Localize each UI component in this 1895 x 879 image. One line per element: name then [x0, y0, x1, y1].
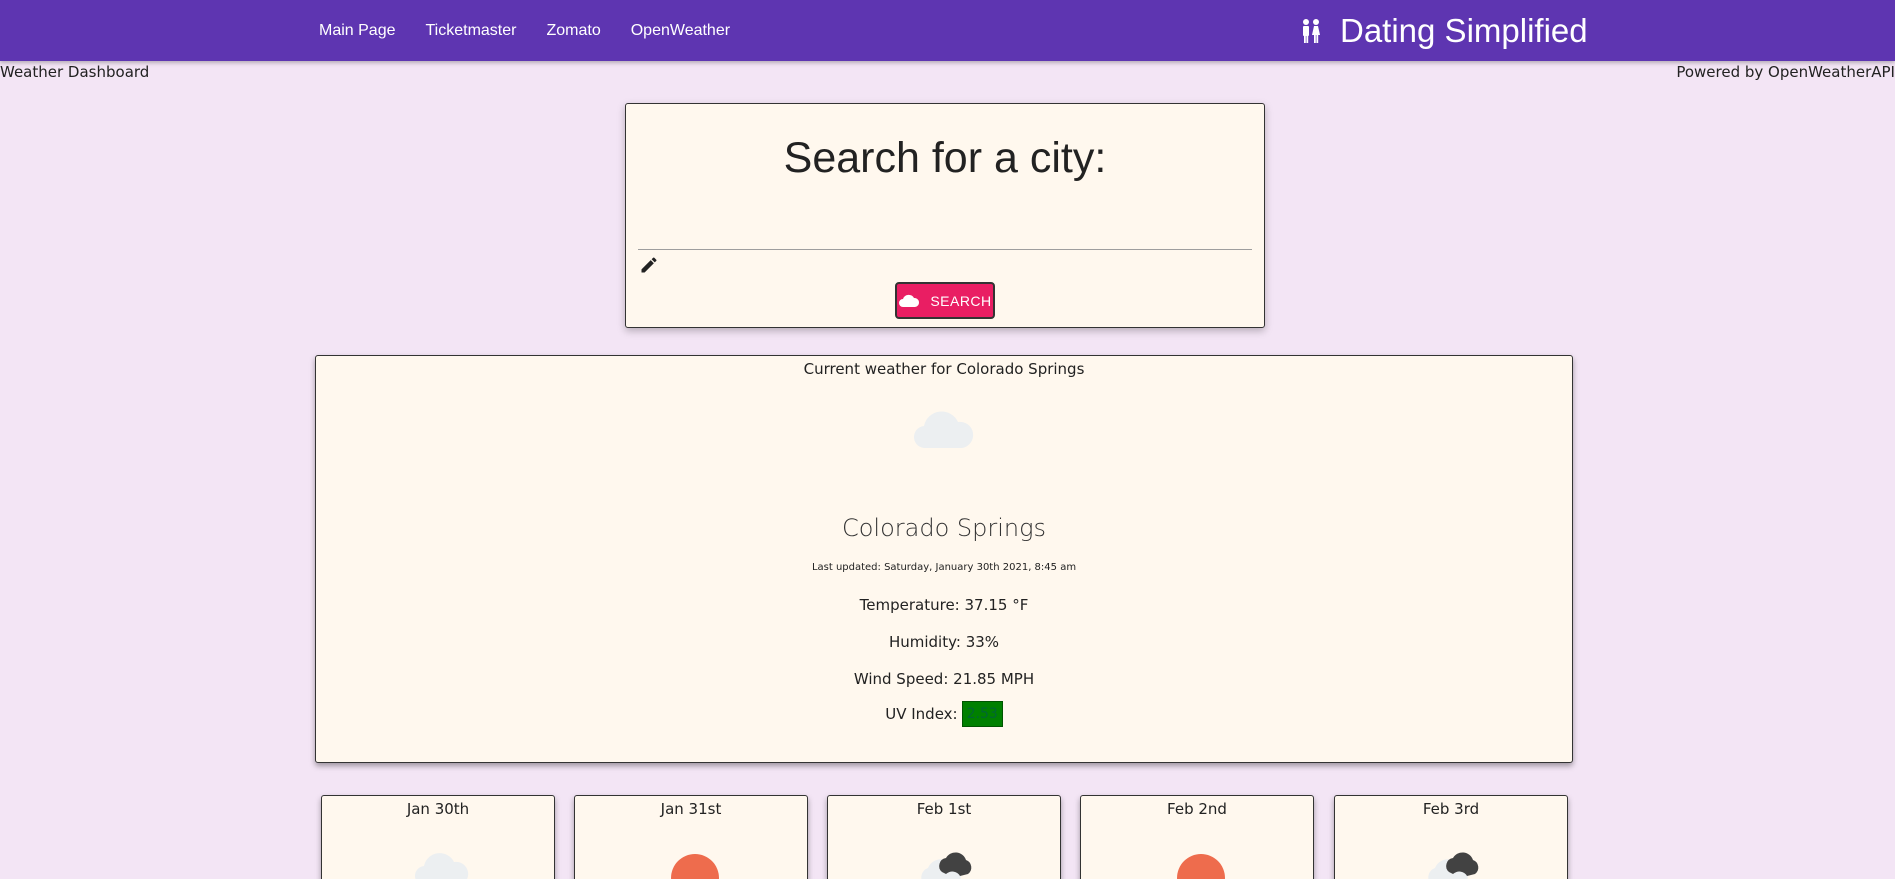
forecast-card: Feb 2nd: [1080, 795, 1314, 879]
sun-icon: [1177, 854, 1225, 879]
search-button[interactable]: SEARCH: [895, 282, 995, 319]
forecast-card: Feb 1st: [827, 795, 1061, 879]
uv-index: UV Index: 2.53: [316, 701, 1572, 727]
brand-title: Dating Simplified: [1340, 11, 1588, 49]
powered-by-label: Powered by OpenWeatherAPI: [1676, 63, 1895, 81]
last-updated: Last updated: Saturday, January 30th 202…: [811, 562, 1077, 573]
search-card: Search for a city: SEARCH: [625, 103, 1265, 328]
current-weather-card: Current weather for Colorado Springs Col…: [315, 355, 1573, 763]
cloud-icon: [913, 411, 974, 449]
forecast-date: Jan 30th: [406, 800, 470, 818]
search-button-label: SEARCH: [930, 292, 992, 309]
nav-link-zomato[interactable]: Zomato: [546, 22, 600, 40]
broken-clouds-icon: [921, 852, 972, 879]
nav-links: Main Page Ticketmaster Zomato OpenWeathe…: [319, 0, 760, 61]
cloud-icon: [899, 294, 920, 307]
nav-link-main-page[interactable]: Main Page: [319, 22, 396, 40]
couple-icon: [1303, 18, 1320, 43]
uv-index-label: UV Index:: [885, 705, 958, 723]
forecast-card: Jan 31st: [574, 795, 808, 879]
current-weather-heading: Current weather for Colorado Springs: [803, 360, 1085, 378]
navbar: Main Page Ticketmaster Zomato OpenWeathe…: [0, 0, 1895, 61]
temperature: Temperature: 37.15 °F: [859, 596, 1029, 614]
page-subtitle: Weather Dashboard: [0, 63, 150, 81]
pencil-icon: [641, 257, 657, 273]
forecast-date: Feb 2nd: [1167, 800, 1227, 818]
uv-index-value: 2.53: [961, 701, 1003, 727]
forecast-date: Feb 1st: [916, 800, 972, 818]
forecast-card: Jan 30th: [321, 795, 555, 879]
city-search-input[interactable]: [638, 222, 1252, 250]
sun-icon: [671, 854, 719, 879]
forecast-date: Jan 31st: [660, 800, 722, 818]
wind-speed: Wind Speed: 21.85 MPH: [853, 670, 1035, 688]
brand-logo[interactable]: Dating Simplified: [1300, 0, 1588, 61]
cloud-icon: [415, 853, 469, 879]
forecast-date: Feb 3rd: [1422, 800, 1480, 818]
nav-link-openweather[interactable]: OpenWeather: [631, 22, 730, 40]
broken-clouds-icon: [1428, 852, 1479, 879]
city-name: Colorado Springs: [841, 514, 1047, 542]
forecast-card: Feb 3rd: [1334, 795, 1568, 879]
search-title: Search for a city:: [783, 134, 1107, 182]
humidity: Humidity: 33%: [888, 633, 1000, 651]
nav-link-ticketmaster[interactable]: Ticketmaster: [426, 22, 517, 40]
